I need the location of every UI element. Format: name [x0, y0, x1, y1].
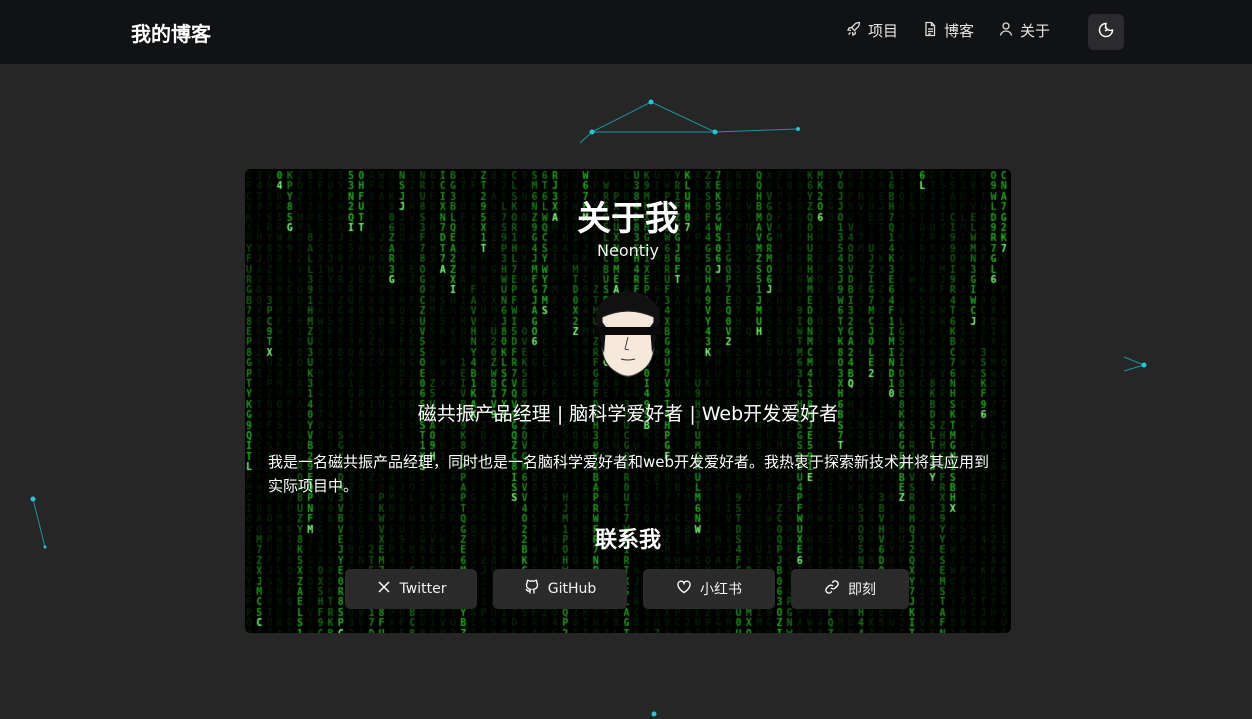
author-tagline: 磁共振产品经理 | 脑科学爱好者 | Web开发爱好者 — [417, 403, 839, 425]
user-icon — [998, 21, 1014, 41]
rocket-icon — [846, 21, 862, 41]
moon-icon — [1098, 22, 1114, 42]
nav-link-blog[interactable]: 博客 — [922, 20, 974, 41]
contact-button-label: Twitter — [399, 581, 447, 597]
site-brand[interactable]: 我的博客 — [131, 18, 211, 47]
contact-button-label: 即刻 — [848, 582, 876, 598]
x-icon — [376, 579, 392, 599]
contact-button-label: 小红书 — [700, 582, 742, 598]
github-button[interactable]: GitHub — [493, 569, 627, 609]
nav-link-label: 博客 — [944, 22, 975, 40]
jike-button[interactable]: 即刻 — [791, 569, 909, 609]
contact-title: 联系我 — [594, 528, 661, 553]
heart-icon — [676, 579, 692, 599]
about-card: 关于我 Neontiy 磁共振产品经理 | 脑科学爱好者 | Web开发爱好者 … — [245, 169, 1011, 633]
document-icon — [922, 21, 938, 41]
xiaohongshu-button[interactable]: 小红书 — [643, 569, 775, 609]
contact-button-label: GitHub — [547, 581, 597, 597]
author-name: Neontiy — [597, 241, 659, 260]
about-title: 关于我 — [577, 199, 679, 239]
github-icon — [524, 579, 540, 599]
twitter-button[interactable]: Twitter — [345, 569, 477, 609]
about-content: 关于我 Neontiy 磁共振产品经理 | 脑科学爱好者 | Web开发爱好者 … — [245, 169, 1011, 633]
nav-link-label: 关于 — [1020, 22, 1051, 40]
nav-link-projects[interactable]: 项目 — [846, 20, 898, 41]
nav-link-label: 项目 — [868, 22, 899, 40]
author-intro: 我是一名磁共振产品经理，同时也是一名脑科学爱好者和web开发爱好者。我热衷于探索… — [268, 453, 990, 495]
avatar — [594, 291, 662, 378]
link-icon — [824, 579, 840, 599]
top-navbar: 我的博客 项目 博客 关于 — [0, 0, 1252, 64]
nav-links: 项目 博客 关于 — [846, 20, 1050, 41]
nav-link-about[interactable]: 关于 — [998, 20, 1050, 41]
theme-toggle-button[interactable] — [1088, 14, 1124, 50]
